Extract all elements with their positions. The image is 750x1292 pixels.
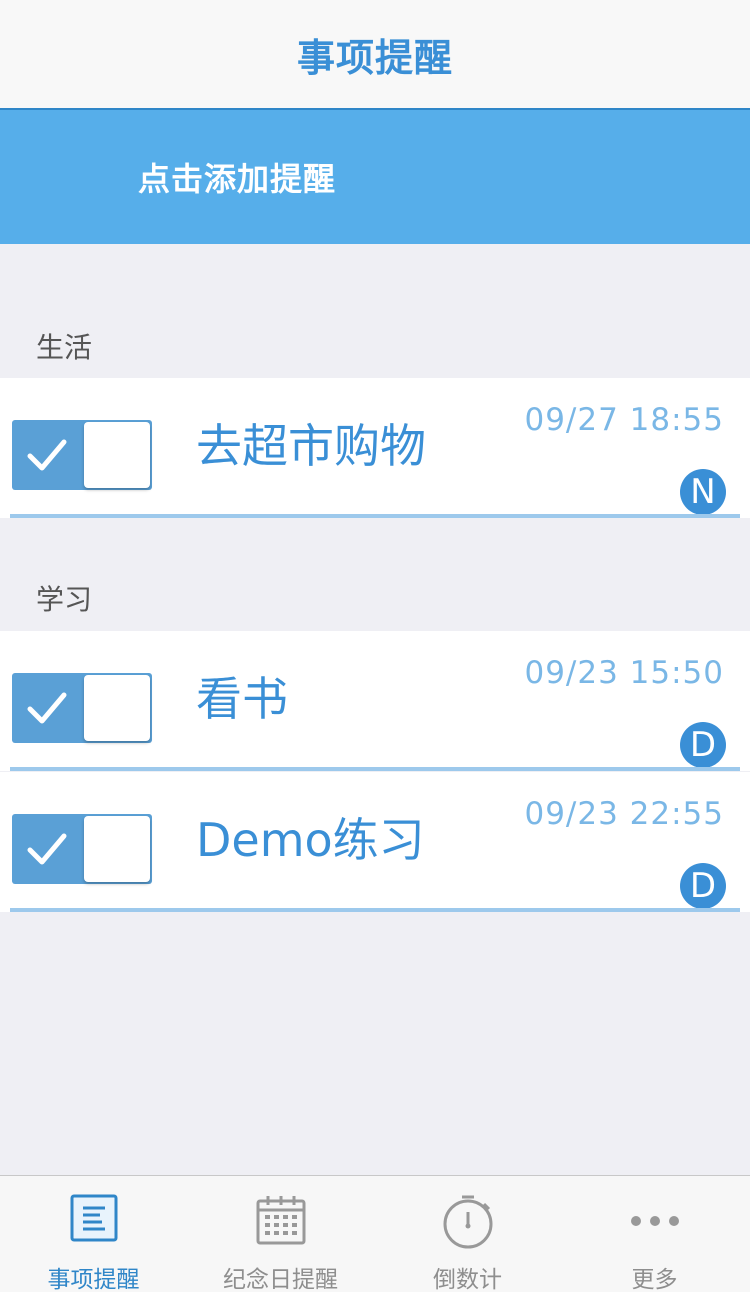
toggle-knob: [84, 816, 150, 882]
reminder-row[interactable]: Demo练习 09/23 22:55 D: [0, 772, 750, 912]
tab-label: 倒数计: [433, 1267, 502, 1292]
page-title: 事项提醒: [296, 35, 453, 80]
tab-label: 纪念日提醒: [223, 1267, 338, 1292]
reminder-time: 09/23 22:55: [524, 796, 724, 832]
repeat-badge: D: [680, 722, 726, 768]
app-screen: 事项提醒 点击添加提醒 生活 去超市购物 09/27 18:55 N 学习 看书…: [0, 0, 750, 1292]
reminder-time: 09/23 15:50: [524, 655, 724, 691]
more-icon: [630, 1216, 679, 1226]
tab-reminders[interactable]: 事项提醒: [0, 1176, 187, 1292]
tab-more[interactable]: 更多: [561, 1176, 748, 1292]
navigation-bar: 事项提醒: [0, 0, 750, 110]
tab-label: 更多: [631, 1267, 678, 1292]
tab-anniversary[interactable]: 纪念日提醒: [187, 1176, 374, 1292]
reminder-title: 看书: [196, 672, 288, 726]
repeat-badge: N: [680, 469, 726, 515]
add-reminder-label: 点击添加提醒: [138, 160, 337, 198]
reminder-title: 去超市购物: [196, 419, 426, 473]
reminder-row[interactable]: 看书 09/23 15:50 D: [0, 631, 750, 771]
toggle-knob: [84, 675, 150, 741]
reminder-row[interactable]: 去超市购物 09/27 18:55 N: [0, 378, 750, 518]
repeat-badge: D: [680, 863, 726, 909]
list-icon: [70, 1194, 117, 1242]
toggle-knob: [84, 422, 150, 488]
reminder-title: Demo练习: [196, 813, 425, 867]
reminder-toggle[interactable]: [12, 420, 152, 490]
reminder-toggle[interactable]: [12, 673, 152, 743]
tab-countdown[interactable]: 倒数计: [374, 1176, 561, 1292]
tab-label: 事项提醒: [47, 1267, 140, 1292]
reminder-time: 09/27 18:55: [524, 402, 724, 438]
tab-bar: 事项提醒 纪念日提醒 倒数计 更多: [0, 1175, 750, 1292]
row-divider: [10, 767, 740, 771]
checkmark-icon: [27, 692, 67, 724]
section-header-life: 生活: [36, 331, 93, 364]
stopwatch-icon: [443, 1195, 492, 1249]
calendar-icon: [256, 1196, 305, 1245]
checkmark-icon: [27, 833, 67, 865]
checkmark-icon: [27, 439, 67, 471]
section-header-study: 学习: [36, 583, 93, 616]
row-divider: [10, 514, 740, 518]
add-reminder-button[interactable]: 点击添加提醒: [0, 110, 750, 244]
reminder-toggle[interactable]: [12, 814, 152, 884]
row-divider: [10, 908, 740, 912]
